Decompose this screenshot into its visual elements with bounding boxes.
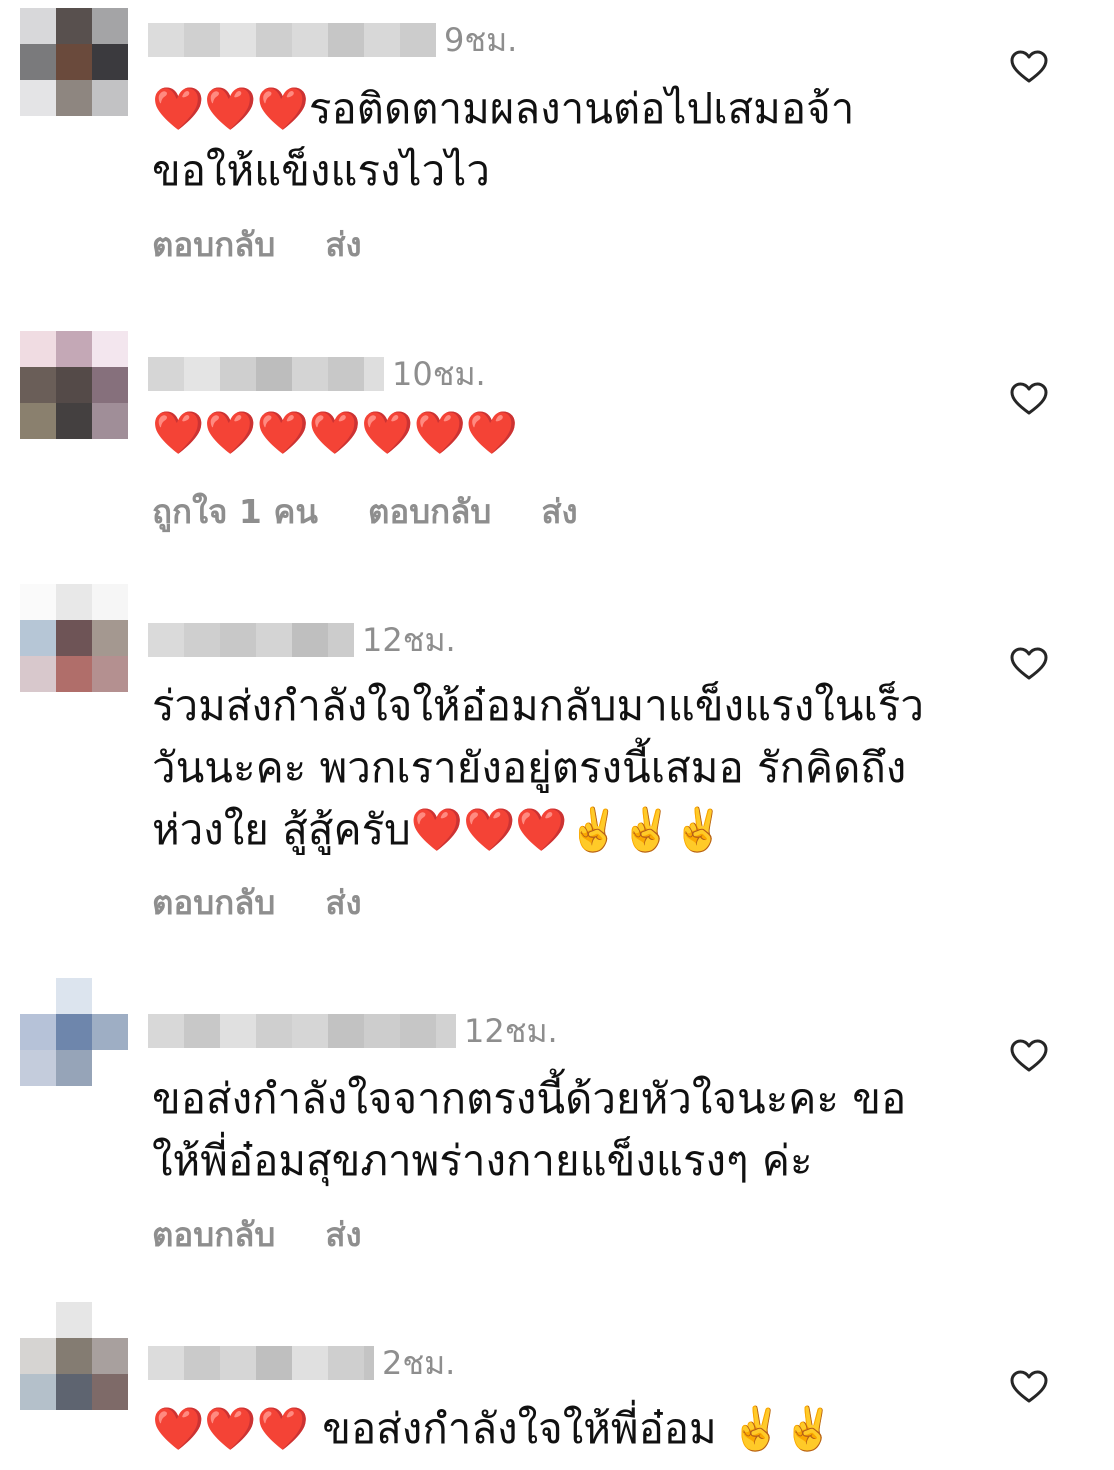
- likes-count[interactable]: ถูกใจ 1 คน: [152, 485, 318, 538]
- reply-button[interactable]: ตอบกลับ: [368, 485, 491, 538]
- comment-text: ❤️❤️❤️❤️❤️❤️❤️: [152, 408, 519, 457]
- heart-outline-icon[interactable]: [1010, 1039, 1048, 1073]
- avatar[interactable]: [20, 584, 128, 692]
- comment-meta: 12ชม.: [148, 1011, 558, 1051]
- comment-actions: ตอบกลับ ส่ง: [152, 876, 412, 929]
- comment-timestamp: 12ชม.: [362, 620, 456, 659]
- comment-actions: ตอบกลับ ส่ง: [152, 1208, 412, 1261]
- comment-meta: 10ชม.: [148, 354, 486, 394]
- comment-timestamp: 10ชม.: [392, 354, 486, 393]
- username-blurred[interactable]: [148, 23, 436, 57]
- comment-meta: 9ชม.: [148, 20, 517, 60]
- comment-text: ❤️❤️❤️รอติดตามผลงานต่อไปเสมอจ้า ขอให้แข็…: [152, 84, 855, 195]
- username-blurred[interactable]: [148, 623, 354, 657]
- heart-outline-icon[interactable]: [1010, 50, 1048, 84]
- send-button[interactable]: ส่ง: [325, 1208, 361, 1261]
- comment-meta: 2ชม.: [148, 1343, 455, 1383]
- comment-timestamp: 2ชม.: [382, 1343, 456, 1382]
- username-blurred[interactable]: [148, 1346, 374, 1380]
- comment-actions: ตอบกลับ ส่ง: [152, 218, 412, 271]
- heart-outline-icon[interactable]: [1010, 1370, 1048, 1404]
- avatar[interactable]: [20, 978, 128, 1086]
- username-blurred[interactable]: [148, 357, 384, 391]
- avatar[interactable]: [20, 8, 128, 116]
- comment-actions: ถูกใจ 1 คน ตอบกลับ ส่ง: [152, 485, 628, 538]
- reply-button[interactable]: ตอบกลับ: [152, 876, 275, 929]
- send-button[interactable]: ส่ง: [541, 485, 577, 538]
- comment-text: ขอส่งกำลังใจจากตรงนี้ด้วยหัวใจนะคะ ขอ ให…: [152, 1074, 907, 1185]
- comment-meta: 12ชม.: [148, 620, 456, 660]
- avatar[interactable]: [20, 331, 128, 439]
- comment-timestamp: 12ชม.: [464, 1011, 558, 1050]
- username-blurred[interactable]: [148, 1014, 456, 1048]
- comment-text: ❤️❤️❤️ ขอส่งกำลังใจให้พี่อ๋อม ✌️✌️: [152, 1404, 835, 1453]
- comment-timestamp: 9ชม.: [444, 20, 518, 59]
- heart-outline-icon[interactable]: [1010, 647, 1048, 681]
- reply-button[interactable]: ตอบกลับ: [152, 1208, 275, 1261]
- comment-text: ร่วมส่งกำลังใจให้อ๋อมกลับมาแข็งแรงในเร็ว…: [152, 681, 924, 854]
- send-button[interactable]: ส่ง: [325, 876, 361, 929]
- send-button[interactable]: ส่ง: [325, 218, 361, 271]
- heart-outline-icon[interactable]: [1010, 382, 1048, 416]
- avatar[interactable]: [20, 1302, 128, 1410]
- reply-button[interactable]: ตอบกลับ: [152, 218, 275, 271]
